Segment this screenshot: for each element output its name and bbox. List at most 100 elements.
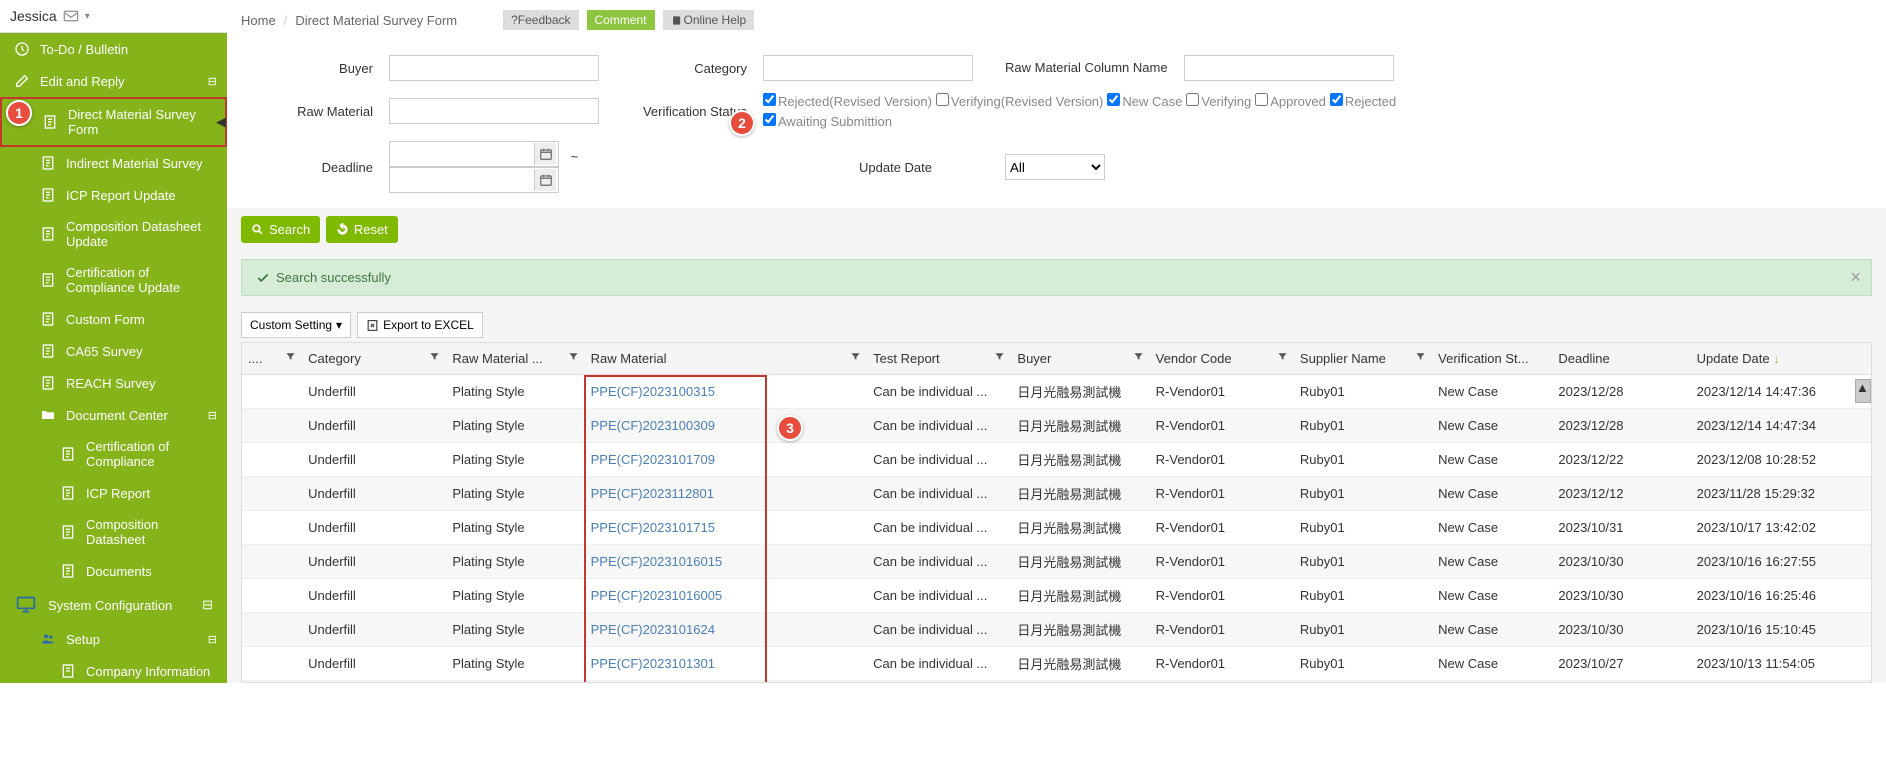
filter-icon[interactable]: [1415, 351, 1426, 362]
status-verifying-checkbox[interactable]: [1186, 93, 1199, 106]
filter-icon[interactable]: [994, 351, 1005, 362]
status-awaiting[interactable]: Awaiting Submittion: [763, 113, 892, 129]
cell-vendor_code: R-Vendor01: [1150, 477, 1294, 511]
filter-icon[interactable]: [429, 351, 440, 362]
raw-material-input[interactable]: [389, 98, 599, 124]
filter-icon[interactable]: [1133, 351, 1144, 362]
table-row[interactable]: UnderfillPlating StylePPE(CF)2023101715C…: [242, 511, 1871, 545]
col-blank[interactable]: ....: [242, 343, 302, 375]
sidebar-item-change-password[interactable]: Change Password: [0, 719, 227, 751]
col-test_report[interactable]: Test Report: [867, 343, 1011, 375]
table-row[interactable]: UnderfillPlating StylePPE(CF)2023101624C…: [242, 613, 1871, 647]
cell-raw_material[interactable]: PPE(CF)20231016005: [585, 579, 868, 613]
cell-raw_material[interactable]: PPE(CF)2023101715: [585, 511, 868, 545]
raw-material-link[interactable]: PPE(CF)2023100315: [591, 384, 715, 399]
cell-raw_material[interactable]: PPE(CF)2023101301: [585, 647, 868, 681]
raw-material-link[interactable]: PPE(CF)20231016015: [591, 554, 723, 569]
sidebar-item-reach-survey[interactable]: REACH Survey: [0, 367, 227, 399]
table-row[interactable]: UnderfillPlating StylePPE(CF)2023101301C…: [242, 647, 1871, 681]
sidebar-item-direct-material-survey-form[interactable]: Direct Material Survey Form◀: [0, 97, 227, 147]
search-button[interactable]: Search: [241, 216, 320, 243]
sidebar-item-indirect-material-survey[interactable]: Indirect Material Survey: [0, 147, 227, 179]
cell-raw_material[interactable]: PPE(CF)2023100315: [585, 375, 868, 409]
raw-material-link[interactable]: PPE(CF)2023112801: [591, 486, 714, 501]
status-verifying_rev-checkbox[interactable]: [936, 93, 949, 106]
sidebar-item-icp-report[interactable]: ICP Report: [0, 477, 227, 509]
sidebar-item-setup[interactable]: Setup ⊟: [0, 623, 227, 655]
sidebar-item-document-center[interactable]: Document Center⊟: [0, 399, 227, 431]
status-rejected_rev-checkbox[interactable]: [763, 93, 776, 106]
sidebar-item-composition-datasheet-update[interactable]: Composition Datasheet Update: [0, 211, 227, 257]
filter-icon[interactable]: [568, 351, 579, 362]
cell-raw_material[interactable]: PPE(CF)2023100309: [585, 409, 868, 443]
col-raw_material[interactable]: Raw Material: [585, 343, 868, 375]
col-category[interactable]: Category: [302, 343, 446, 375]
col-vendor_code[interactable]: Vendor Code: [1150, 343, 1294, 375]
filter-icon[interactable]: [1277, 351, 1288, 362]
filter-icon[interactable]: [850, 351, 861, 362]
status-rejected_rev[interactable]: Rejected(Revised Version): [763, 93, 932, 109]
reset-button[interactable]: Reset: [326, 216, 398, 243]
sidebar-item-certification-of-compliance[interactable]: Certification of Compliance: [0, 431, 227, 477]
table-row[interactable]: UnderfillPlating StylePPE(CF)2023112801C…: [242, 477, 1871, 511]
deadline-to-input[interactable]: [389, 167, 559, 193]
raw-material-link[interactable]: PPE(CF)2023101709: [591, 452, 715, 467]
filter-icon[interactable]: [285, 351, 296, 362]
user-header[interactable]: Jessica ▾: [0, 0, 227, 33]
table-row[interactable]: UnderfillPlating StylePPE(CF)20231016005…: [242, 579, 1871, 613]
buyer-input[interactable]: [389, 55, 599, 81]
update-date-select[interactable]: All: [1005, 154, 1105, 180]
scroll-indicator[interactable]: ▲: [1855, 379, 1871, 403]
close-icon[interactable]: ×: [1850, 267, 1861, 288]
cell-raw_material[interactable]: PPE(CF)2023101709: [585, 443, 868, 477]
status-verifying[interactable]: Verifying: [1186, 93, 1251, 109]
sidebar-system-config[interactable]: System Configuration ⊟: [0, 587, 227, 623]
table-row[interactable]: UnderfillPlating StylePPE(CF)2023100315C…: [242, 375, 1871, 409]
sidebar-item-edit-and-reply[interactable]: Edit and Reply⊟: [0, 65, 227, 97]
raw-material-link[interactable]: PPE(CF)2023101301: [591, 656, 715, 671]
sidebar-item-composition-datasheet[interactable]: Composition Datasheet: [0, 509, 227, 555]
status-rejected[interactable]: Rejected: [1330, 93, 1396, 109]
col-verif[interactable]: Verification St...: [1432, 343, 1552, 375]
status-verifying_rev[interactable]: Verifying(Revised Version): [936, 93, 1103, 109]
raw-material-link[interactable]: PPE(CF)2023101624: [591, 622, 715, 637]
comment-button[interactable]: Comment: [587, 10, 655, 30]
custom-setting-button[interactable]: Custom Setting▾: [241, 312, 351, 338]
status-approved-checkbox[interactable]: [1255, 93, 1268, 106]
status-approved[interactable]: Approved: [1255, 93, 1326, 109]
cell-raw_material[interactable]: PPE(CF)20231016015: [585, 545, 868, 579]
export-excel-button[interactable]: Export to EXCEL: [357, 312, 483, 338]
sidebar-item-company-information[interactable]: Company Information: [0, 655, 227, 687]
sidebar-item-custom-form[interactable]: Custom Form: [0, 303, 227, 335]
raw-material-link[interactable]: PPE(CF)2023100309: [591, 418, 715, 433]
table-row[interactable]: UnderfillPlating StylePPE(CF)2023100309C…: [242, 409, 1871, 443]
col-raw_mat_style[interactable]: Raw Material ...: [446, 343, 584, 375]
sidebar-item-to-do-bulletin[interactable]: To-Do / Bulletin: [0, 33, 227, 65]
feedback-button[interactable]: ?Feedback: [503, 10, 578, 30]
col-update[interactable]: Update Date↓: [1691, 343, 1871, 375]
sidebar-item-personal-information[interactable]: Personal Information: [0, 751, 227, 783]
raw-material-cn-input[interactable]: [1184, 55, 1394, 81]
sidebar-item-documents[interactable]: Documents: [0, 555, 227, 587]
raw-material-link[interactable]: PPE(CF)20231016005: [591, 588, 723, 603]
sidebar-item-user-settings[interactable]: User Settings: [0, 687, 227, 719]
raw-material-link[interactable]: PPE(CF)2023101715: [591, 520, 715, 535]
cell-raw_material[interactable]: PPE(CF)2023101624: [585, 613, 868, 647]
deadline-from-input[interactable]: [389, 141, 559, 167]
col-deadline[interactable]: Deadline: [1552, 343, 1690, 375]
status-new_case-checkbox[interactable]: [1107, 93, 1120, 106]
table-row[interactable]: UnderfillPlating StylePPE(CF)2023101709C…: [242, 443, 1871, 477]
sidebar-item-ca65-survey[interactable]: CA65 Survey: [0, 335, 227, 367]
status-rejected-checkbox[interactable]: [1330, 93, 1343, 106]
sidebar-item-certification-of-compliance-update[interactable]: Certification of Compliance Update: [0, 257, 227, 303]
status-new_case[interactable]: New Case: [1107, 93, 1182, 109]
table-row[interactable]: UnderfillPlating StylePPE(CF)20231016015…: [242, 545, 1871, 579]
category-input[interactable]: [763, 55, 973, 81]
status-awaiting-checkbox[interactable]: [763, 113, 776, 126]
cell-raw_material[interactable]: PPE(CF)2023112801: [585, 477, 868, 511]
help-button[interactable]: Online Help: [663, 10, 755, 30]
sidebar-item-icp-report-update[interactable]: ICP Report Update: [0, 179, 227, 211]
col-buyer[interactable]: Buyer: [1011, 343, 1149, 375]
breadcrumb-home[interactable]: Home: [241, 13, 276, 28]
col-supplier[interactable]: Supplier Name: [1294, 343, 1432, 375]
